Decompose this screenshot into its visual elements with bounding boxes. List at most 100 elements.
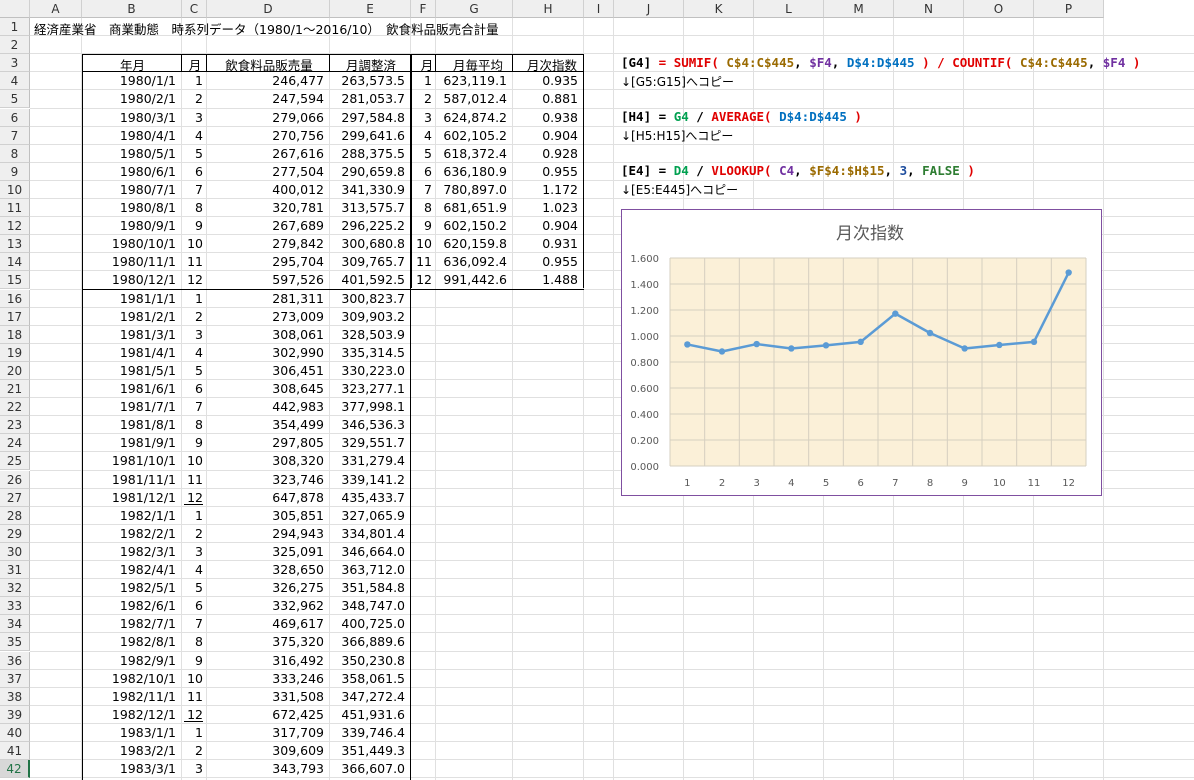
month-cell[interactable]: 3	[182, 544, 203, 559]
sales-cell[interactable]: 375,320	[207, 634, 324, 649]
ym-cell[interactable]: 1983/2/1	[82, 743, 176, 758]
formula-e4-copy[interactable]: ↓[E5:E445]へコピー	[621, 181, 738, 198]
idx-month-cell[interactable]: 2	[411, 91, 432, 106]
row-header[interactable]: 18	[0, 325, 30, 344]
column-header[interactable]: M	[824, 0, 894, 18]
ym-cell[interactable]: 1980/6/1	[82, 164, 176, 179]
idx-avg-cell[interactable]: 636,180.9	[436, 164, 507, 179]
column-header[interactable]: P	[1034, 0, 1104, 18]
row-header[interactable]: 22	[0, 398, 30, 417]
row-header[interactable]: 17	[0, 307, 30, 326]
formula-g4[interactable]: [G4] = SUMIF( C$4:C$445, $F4, D$4:D$445 …	[621, 55, 1140, 70]
row-header[interactable]: 38	[0, 687, 30, 706]
month-cell[interactable]: 7	[182, 182, 203, 197]
sales-cell[interactable]: 325,091	[207, 544, 324, 559]
ym-cell[interactable]: 1980/3/1	[82, 110, 176, 125]
row-header[interactable]: 7	[0, 126, 30, 145]
sales-cell[interactable]: 672,425	[207, 707, 324, 722]
adj-cell[interactable]: 346,536.3	[330, 417, 405, 432]
adj-cell[interactable]: 451,931.6	[330, 707, 405, 722]
row-header[interactable]: 40	[0, 723, 30, 742]
month-cell[interactable]: 8	[182, 417, 203, 432]
adj-cell[interactable]: 300,823.7	[330, 291, 405, 306]
adj-cell[interactable]: 366,607.0	[330, 761, 405, 776]
adj-cell[interactable]: 351,584.8	[330, 580, 405, 595]
adj-cell[interactable]: 313,575.7	[330, 200, 405, 215]
formula-e4[interactable]: [E4] = D4 / VLOOKUP( C4, $F$4:$H$15, 3, …	[621, 163, 975, 178]
adj-cell[interactable]: 281,053.7	[330, 91, 405, 106]
idx-month-cell[interactable]: 9	[411, 218, 432, 233]
row-header[interactable]: 10	[0, 180, 30, 199]
sales-cell[interactable]: 247,594	[207, 91, 324, 106]
sales-cell[interactable]: 331,508	[207, 689, 324, 704]
sales-cell[interactable]: 442,983	[207, 399, 324, 414]
row-header[interactable]: 14	[0, 253, 30, 272]
sales-cell[interactable]: 320,781	[207, 200, 324, 215]
ym-cell[interactable]: 1982/4/1	[82, 562, 176, 577]
adj-cell[interactable]: 309,903.2	[330, 309, 405, 324]
month-cell[interactable]: 6	[182, 598, 203, 613]
ym-cell[interactable]: 1982/9/1	[82, 653, 176, 668]
sales-cell[interactable]: 308,061	[207, 327, 324, 342]
ym-cell[interactable]: 1982/8/1	[82, 634, 176, 649]
column-header[interactable]: F	[411, 0, 436, 18]
row-header[interactable]: 24	[0, 434, 30, 453]
idx-avg-cell[interactable]: 623,119.1	[436, 73, 507, 88]
adj-cell[interactable]: 330,223.0	[330, 363, 405, 378]
month-cell[interactable]: 11	[182, 472, 203, 487]
idx-month-cell[interactable]: 3	[411, 110, 432, 125]
sales-cell[interactable]: 317,709	[207, 725, 324, 740]
row-header[interactable]: 9	[0, 162, 30, 181]
sheet-title[interactable]: 経済産業省 商業動態 時系列データ（1980/1～2016/10） 飲食料品販売…	[34, 19, 499, 38]
adj-cell[interactable]: 290,659.8	[330, 164, 405, 179]
ym-cell[interactable]: 1982/11/1	[82, 689, 176, 704]
month-cell[interactable]: 3	[182, 327, 203, 342]
adj-cell[interactable]: 346,664.0	[330, 544, 405, 559]
month-cell[interactable]: 4	[182, 345, 203, 360]
row-header[interactable]: 20	[0, 361, 30, 380]
month-cell[interactable]: 9	[182, 653, 203, 668]
row-header[interactable]: 25	[0, 452, 30, 471]
sales-cell[interactable]: 308,320	[207, 453, 324, 468]
row-header[interactable]: 42	[0, 760, 30, 779]
month-cell[interactable]: 4	[182, 128, 203, 143]
row-header[interactable]: 15	[0, 271, 30, 290]
row-header[interactable]: 28	[0, 506, 30, 525]
month-cell[interactable]: 1	[182, 725, 203, 740]
ym-cell[interactable]: 1981/3/1	[82, 327, 176, 342]
column-header[interactable]: E	[330, 0, 411, 18]
ym-cell[interactable]: 1981/8/1	[82, 417, 176, 432]
idx-header-index[interactable]: 月次指数	[517, 55, 587, 74]
row-header[interactable]: 39	[0, 705, 30, 724]
header-sales[interactable]: 飲食料品販売量	[208, 55, 330, 74]
ym-cell[interactable]: 1981/7/1	[82, 399, 176, 414]
row-header[interactable]: 6	[0, 108, 30, 127]
formula-h4[interactable]: [H4] = G4 / AVERAGE( D$4:D$445 )	[621, 109, 862, 124]
adj-cell[interactable]: 263,573.5	[330, 73, 405, 88]
row-header[interactable]: 5	[0, 90, 30, 109]
sales-cell[interactable]: 306,451	[207, 363, 324, 378]
adj-cell[interactable]: 351,449.3	[330, 743, 405, 758]
row-header[interactable]: 33	[0, 597, 30, 616]
month-cell[interactable]: 6	[182, 164, 203, 179]
ym-cell[interactable]: 1982/6/1	[82, 598, 176, 613]
month-cell[interactable]: 8	[182, 634, 203, 649]
sales-cell[interactable]: 267,616	[207, 146, 324, 161]
month-cell[interactable]: 10	[182, 671, 203, 686]
ym-cell[interactable]: 1981/9/1	[82, 435, 176, 450]
adj-cell[interactable]: 327,065.9	[330, 508, 405, 523]
sales-cell[interactable]: 246,477	[207, 73, 324, 88]
idx-value-cell[interactable]: 0.955	[513, 254, 578, 269]
idx-month-cell[interactable]: 7	[411, 182, 432, 197]
row-header[interactable]: 16	[0, 289, 30, 308]
ym-cell[interactable]: 1980/5/1	[82, 146, 176, 161]
row-header[interactable]: 37	[0, 669, 30, 688]
adj-cell[interactable]: 350,230.8	[330, 653, 405, 668]
sales-cell[interactable]: 281,311	[207, 291, 324, 306]
month-cell[interactable]: 5	[182, 580, 203, 595]
row-header[interactable]: 8	[0, 144, 30, 163]
sales-cell[interactable]: 469,617	[207, 616, 324, 631]
row-header[interactable]: 19	[0, 343, 30, 362]
ym-cell[interactable]: 1982/1/1	[82, 508, 176, 523]
header-adj[interactable]: 月調整済	[331, 55, 411, 74]
